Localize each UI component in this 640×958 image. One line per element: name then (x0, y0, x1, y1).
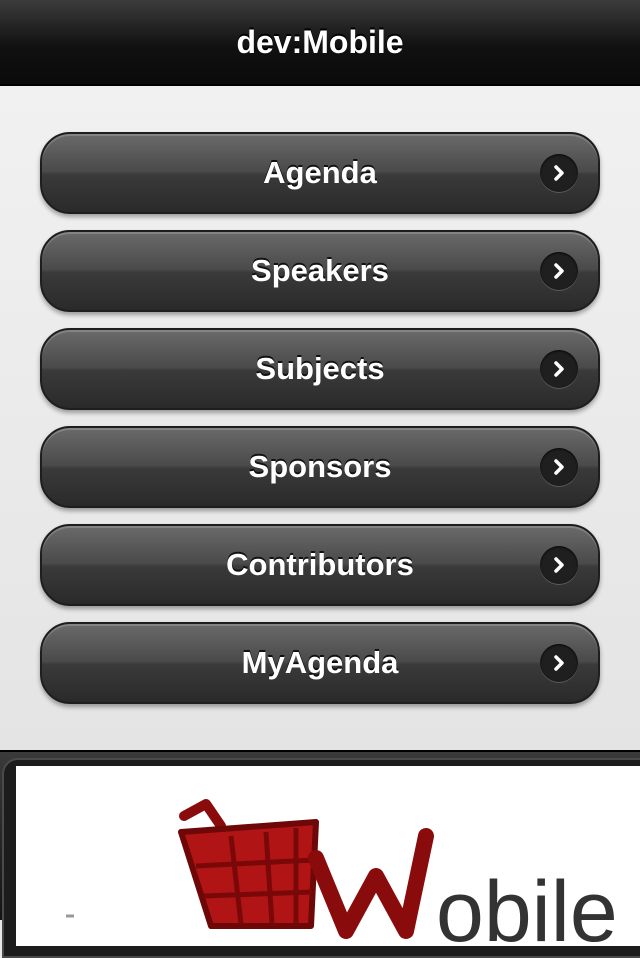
nav-menu: Agenda Speakers Subjects Sponsors Contri… (40, 132, 600, 720)
nav-label-contributors: Contributors (226, 547, 414, 582)
main-content: Agenda Speakers Subjects Sponsors Contri… (0, 86, 640, 750)
nav-button-speakers[interactable]: Speakers (40, 230, 600, 312)
nav-button-agenda[interactable]: Agenda (40, 132, 600, 214)
nav-button-subjects[interactable]: Subjects (40, 328, 600, 410)
nav-label-myagenda: MyAgenda (241, 645, 399, 680)
footer-bar: obile (0, 750, 640, 958)
nav-button-contributors[interactable]: Contributors (40, 524, 600, 606)
nav-label-speakers: Speakers (251, 253, 389, 288)
sponsor-banner[interactable]: obile (16, 766, 640, 946)
chevron-right-icon (540, 644, 578, 682)
nav-label-sponsors: Sponsors (248, 449, 392, 484)
nav-button-myagenda[interactable]: MyAgenda (40, 622, 600, 704)
nav-button-sponsors[interactable]: Sponsors (40, 426, 600, 508)
shopping-cart-logo: obile (66, 799, 618, 946)
chevron-right-icon (540, 546, 578, 584)
banner-logo-text: obile (436, 864, 618, 946)
nav-label-agenda: Agenda (263, 155, 377, 190)
nav-label-subjects: Subjects (255, 351, 385, 386)
chevron-right-icon (540, 448, 578, 486)
chevron-right-icon (540, 252, 578, 290)
chevron-right-icon (540, 350, 578, 388)
app-title: dev:Mobile (236, 23, 404, 60)
chevron-right-icon (540, 154, 578, 192)
app-header: dev:Mobile (0, 0, 640, 86)
